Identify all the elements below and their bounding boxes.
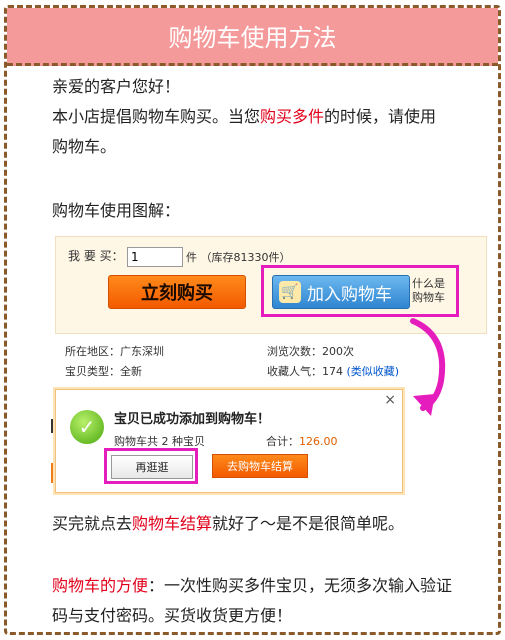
stock-text: 件 （库存81330件） <box>186 251 291 264</box>
guide-frame: 购物车使用方法 亲爱的客户您好！ 本小店提倡购物车购买。当您购买多件的时候，请使… <box>4 5 501 635</box>
after-highlight: 购物车结算 <box>132 514 213 533</box>
greeting: 亲爱的客户您好！ <box>52 77 181 96</box>
total-label: 合计： <box>266 435 299 448</box>
after-text-end: 就好了～是不是很简单呢。 <box>212 514 405 533</box>
favorites-count: 收藏人气：174 <box>267 365 343 378</box>
checkout-button[interactable]: 去购物车结算 <box>212 454 308 478</box>
benefit-highlight: 购物车的方便 <box>52 576 149 595</box>
content-area: 亲爱的客户您好！ 本小店提倡购物车购买。当您购买多件的时候，请使用 购物车。 购… <box>7 66 498 634</box>
favorites-info: 收藏人气：174 (类似收藏) <box>267 363 399 379</box>
intro-line: 本小店提倡购物车购买。当您购买多件的时候，请使用 <box>52 102 436 132</box>
intro-text-end: 的时候，请使用 <box>324 107 437 126</box>
total-amount: 126.00 <box>299 435 338 448</box>
quantity-label: 我 要 买： <box>68 249 124 263</box>
intro-line-3: 购物车。 <box>52 137 117 156</box>
cart-total: 合计：126.00 <box>266 433 338 449</box>
quantity-input[interactable] <box>127 247 183 267</box>
intro-highlight: 购买多件 <box>260 107 325 126</box>
after-text: 买完就点去 <box>52 514 133 533</box>
benefit-text: ：一次性购买多件宝贝，无须多次输入验证 <box>148 576 453 595</box>
benefit-line-2: 码与支付密码。买货收货更方便！ <box>52 606 293 625</box>
buy-now-button[interactable]: 立刻购买 <box>108 275 246 309</box>
views-info: 浏览次数：200次 <box>267 345 354 358</box>
location-info: 所在地区：广东深圳 <box>65 345 164 358</box>
close-icon[interactable]: × <box>384 392 396 408</box>
after-line: 买完就点去购物车结算就好了～是不是很简单呢。 <box>52 509 404 539</box>
continue-shopping-button[interactable]: 再逛逛 <box>111 455 193 479</box>
type-info: 宝贝类型：全新 <box>65 365 142 378</box>
benefit-line: 购物车的方便：一次性购买多件宝贝，无须多次输入验证 <box>52 571 452 601</box>
popup-message: 宝贝已成功添加到购物车！ <box>114 412 271 427</box>
success-check-icon: ✓ <box>70 410 104 444</box>
cart-count: 购物车共 2 种宝贝 <box>114 435 205 448</box>
arrow-annotation <box>410 318 446 416</box>
diagram-heading: 购物车使用图解： <box>52 201 181 220</box>
page-title: 购物车使用方法 <box>7 8 498 66</box>
similar-favorites-link[interactable]: (类似收藏) <box>347 365 400 378</box>
intro-text: 本小店提倡购物车购买。当您 <box>52 107 261 126</box>
cart-added-popup: × ✓ 宝贝已成功添加到购物车！ 购物车共 2 种宝贝 合计：126.00 再逛… <box>55 389 403 493</box>
cart-highlight-box <box>261 265 459 317</box>
